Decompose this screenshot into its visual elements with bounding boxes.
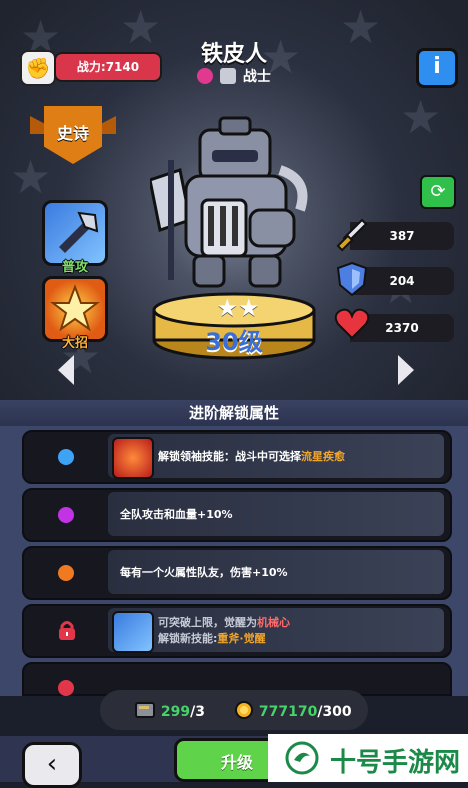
hero-class-label: 战士 [242, 69, 271, 85]
rarity-badge: 史诗 [30, 106, 116, 164]
gold-cost: 777170/300 [234, 700, 352, 720]
ultimate-burst-icon [50, 284, 100, 332]
hero-name: 铁皮人 [200, 42, 267, 67]
skill-basic-attack[interactable]: 普攻 [42, 200, 108, 275]
skill-basic-attack-label: 普攻 [61, 260, 88, 275]
swap-icon: ⟳ [430, 181, 446, 202]
back-button[interactable]: ‹ [22, 742, 82, 788]
skill-ultimate[interactable]: 大招 [42, 276, 108, 351]
skill-ultimate-label: 大招 [61, 336, 88, 351]
unlock-description: 全队攻击和血量+10% [120, 508, 233, 521]
unlock-skill-name: 流星疾愈 [301, 450, 345, 463]
back-arrow-icon: ‹ [46, 749, 58, 779]
awakened-axe-icon [112, 611, 154, 653]
watermark-text: 十号手游网 [330, 748, 461, 778]
unlock-row-3[interactable]: 每有一个火属性队友，伤害+10% [22, 546, 452, 600]
unlock-row-1[interactable]: 解锁领袖技能：战斗中可选择流星疾愈 [22, 430, 452, 484]
unlock-text: 解锁领袖技能：战斗中可选择 [158, 450, 301, 463]
rarity-label: 史诗 [56, 124, 89, 143]
unlock-awaken-name: 机械心 [257, 616, 290, 629]
refresh-button[interactable]: ⟳ [420, 175, 456, 209]
heart-icon [332, 304, 372, 344]
hero-level: 30级 [205, 328, 263, 356]
book-cost: 299/3 [134, 700, 205, 720]
status-dot [58, 680, 74, 696]
unlock-row-4[interactable]: 可突破上限，觉醒为机械心 解锁新技能:重斧·觉醒 [22, 604, 452, 658]
status-dot [58, 565, 74, 581]
stat-defense-value: 204 [389, 274, 415, 288]
advance-unlock-title: 进阶解锁属性 [0, 400, 468, 426]
fire-skill-icon [112, 437, 154, 479]
gold-current: 777170 [258, 704, 318, 720]
gold-required: /300 [317, 704, 352, 720]
hero-class: 战士 [0, 66, 468, 86]
status-dot [58, 507, 74, 523]
unlock-skill-name: 重斧·觉醒 [217, 632, 266, 645]
info-button[interactable]: i [416, 48, 458, 88]
hero-star-rating: ★★ [216, 294, 260, 322]
status-dot [58, 449, 74, 465]
unlock-description: 可突破上限，觉醒为机械心 解锁新技能:重斧·觉醒 [158, 615, 448, 665]
stat-health-value: 2370 [385, 321, 419, 335]
unlock-description: 解锁领袖技能：战斗中可选择流星疾愈 [158, 432, 448, 482]
previous-hero-button[interactable] [58, 355, 74, 385]
book-required: /3 [190, 704, 205, 720]
stat-attack-value: 387 [389, 229, 415, 243]
lock-icon [59, 621, 75, 640]
book-icon [135, 702, 155, 718]
watermark-logo [285, 741, 319, 775]
shield-class-icon [220, 68, 236, 84]
sword-icon [332, 214, 372, 254]
book-current: 299 [160, 704, 191, 720]
unlock-text: 可突破上限，觉醒为 [158, 616, 257, 629]
axe-strike-icon [59, 211, 99, 253]
unlock-row-2[interactable]: 全队攻击和血量+10% [22, 488, 452, 542]
next-hero-button[interactable] [398, 355, 414, 385]
shield-icon [332, 259, 372, 299]
gold-coin-icon [235, 701, 253, 719]
unlock-text: 解锁新技能: [158, 632, 218, 645]
unlock-description: 每有一个火属性队友，伤害+10% [120, 566, 288, 579]
unlock-list: 解锁领袖技能：战斗中可选择流星疾愈 全队攻击和血量+10% 每有一个火属性队友，… [0, 426, 468, 696]
fire-element-icon [197, 68, 214, 84]
site-watermark: 十号手游网 [268, 734, 468, 782]
hero-portrait[interactable] [150, 110, 320, 300]
upgrade-cost-bar: 299/3 777170/300 [100, 690, 368, 730]
